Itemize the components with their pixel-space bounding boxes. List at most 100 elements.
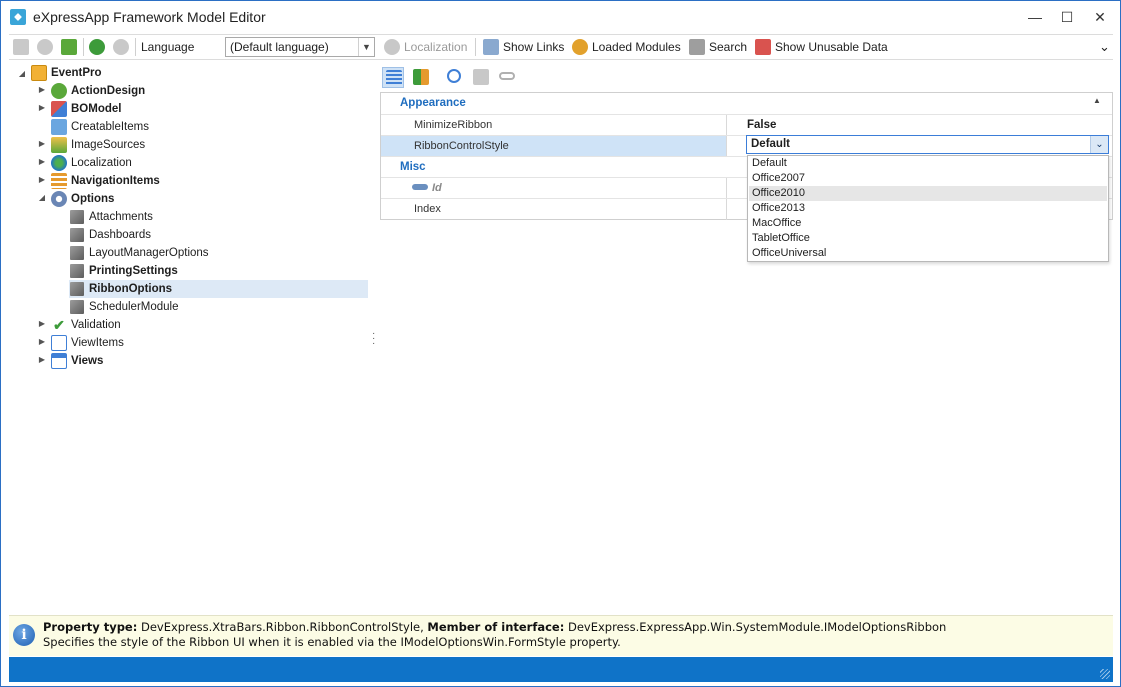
tree-node-schedulermodule[interactable]: SchedulerModule	[69, 298, 179, 316]
dropdown-option[interactable]: MacOffice	[749, 216, 1107, 231]
viewitems-icon	[51, 335, 67, 351]
tree-node-validation[interactable]: ✔ Validation	[51, 316, 121, 334]
tree-node-ribbonoptions[interactable]: RibbonOptions	[69, 280, 368, 298]
xml-icon	[755, 39, 771, 55]
back-icon[interactable]	[89, 39, 105, 55]
collapse-category-icon[interactable]: ▲	[1093, 96, 1101, 105]
ribbon-style-editor[interactable]: Default ⌄	[746, 135, 1109, 154]
show-links-button[interactable]: Show Links	[503, 40, 564, 54]
chevron-down-icon[interactable]: ▼	[358, 38, 374, 56]
dropdown-option[interactable]: OfficeUniversal	[749, 246, 1107, 261]
navigation-icon	[51, 173, 67, 189]
expand-icon[interactable]: ▶	[37, 319, 47, 329]
save-icon[interactable]	[13, 39, 29, 55]
dropdown-option[interactable]: TabletOffice	[749, 231, 1107, 246]
tree-node-views[interactable]: Views	[51, 352, 103, 370]
expand-icon[interactable]: ▶	[37, 337, 47, 347]
property-row[interactable]: MinimizeRibbon False	[381, 114, 1112, 136]
cube-icon	[70, 282, 84, 296]
expand-icon[interactable]: ▶	[37, 103, 47, 113]
tree-node-attachments[interactable]: Attachments	[69, 208, 153, 226]
title-bar: eXpressApp Framework Model Editor — ☐ ✕	[1, 1, 1120, 33]
undo-button[interactable]	[444, 67, 466, 88]
tree-node-dashboards[interactable]: Dashboards	[69, 226, 151, 244]
cube-icon	[70, 300, 84, 314]
app-window: eXpressApp Framework Model Editor — ☐ ✕ …	[0, 0, 1121, 687]
tree-node-localization[interactable]: Localization	[51, 154, 132, 172]
tree-node-printingsettings[interactable]: PrintingSettings	[69, 262, 178, 280]
tree-node-navigationitems[interactable]: NavigationItems	[51, 172, 160, 190]
minimize-button[interactable]: —	[1022, 7, 1048, 27]
model-tree: ◢ EventPro ▶ ActionDesign ▶ BOModel Crea…	[11, 63, 371, 608]
property-name: MinimizeRibbon	[381, 115, 727, 136]
merge-icon[interactable]	[61, 39, 77, 55]
reload-icon[interactable]	[37, 39, 53, 55]
show-unusable-data-button[interactable]: Show Unusable Data	[775, 40, 888, 54]
collapse-icon[interactable]: ◢	[37, 193, 47, 203]
tree-node-layoutmanageroptions[interactable]: LayoutManagerOptions	[69, 244, 209, 262]
globe-icon	[384, 39, 400, 55]
copy-icon	[473, 69, 489, 85]
bomodel-icon	[51, 101, 67, 117]
toolbar-overflow-button[interactable]: ⌄	[1099, 37, 1110, 57]
expand-icon[interactable]: ▶	[37, 175, 47, 185]
expand-icon[interactable]: ▶	[37, 355, 47, 365]
dropdown-option[interactable]: Office2013	[749, 201, 1107, 216]
globe-icon	[51, 155, 67, 171]
categorized-icon	[386, 70, 402, 86]
property-name: Index	[381, 199, 727, 220]
splitter-handle[interactable]: · · ·	[372, 329, 375, 349]
maximize-button[interactable]: ☐	[1054, 7, 1080, 27]
localization-button[interactable]: Localization	[404, 40, 467, 54]
property-name: RibbonControlStyle	[381, 136, 727, 157]
cube-icon	[70, 210, 84, 224]
description-text: Property type: DevExpress.XtraBars.Ribbo…	[43, 620, 947, 649]
modules-icon	[572, 39, 588, 55]
expand-icon[interactable]: ▶	[37, 157, 47, 167]
language-select[interactable]: (Default language) ▼	[225, 37, 375, 57]
key-icon	[412, 184, 428, 190]
tree-node-root[interactable]: EventPro	[31, 64, 102, 82]
expand-icon[interactable]: ▶	[37, 139, 47, 149]
project-icon	[31, 65, 47, 81]
image-icon	[51, 137, 67, 153]
ribbon-style-dropdown: Default Office2007 Office2010 Office2013…	[747, 155, 1109, 262]
undo-icon	[447, 69, 461, 83]
link-button[interactable]	[496, 67, 518, 88]
close-button[interactable]: ✕	[1087, 7, 1113, 27]
property-value[interactable]: False	[747, 115, 776, 136]
collapse-icon[interactable]: ◢	[17, 69, 27, 79]
expand-icon[interactable]: ▶	[37, 85, 47, 95]
chevron-down-icon[interactable]: ⌄	[1090, 136, 1108, 153]
loaded-modules-button[interactable]: Loaded Modules	[592, 40, 681, 54]
forward-icon[interactable]	[113, 39, 129, 55]
copy-button[interactable]	[470, 67, 492, 88]
action-icon	[51, 83, 67, 99]
language-label: Language	[141, 40, 195, 54]
gear-icon	[51, 191, 67, 207]
property-name: Id	[381, 178, 727, 199]
window-title: eXpressApp Framework Model Editor	[33, 9, 266, 25]
sort-az-icon	[413, 69, 429, 85]
app-icon	[10, 9, 26, 25]
language-value: (Default language)	[230, 40, 329, 54]
resize-grip-icon[interactable]	[1100, 669, 1110, 679]
status-bar	[9, 657, 1113, 682]
tree-node-bomodel[interactable]: BOModel	[51, 100, 121, 118]
sort-az-button[interactable]	[410, 67, 432, 88]
description-panel: i Property type: DevExpress.XtraBars.Rib…	[9, 615, 1113, 656]
views-icon	[51, 353, 67, 369]
tree-node-options[interactable]: Options	[51, 190, 114, 208]
dropdown-option[interactable]: Office2007	[749, 171, 1107, 186]
dropdown-option-highlighted[interactable]: Office2010	[749, 186, 1107, 201]
category-appearance[interactable]: Appearance ▲	[381, 93, 1112, 114]
search-button[interactable]: Search	[709, 40, 747, 54]
list-icon	[51, 119, 67, 135]
tree-node-imagesources[interactable]: ImageSources	[51, 136, 145, 154]
dropdown-option[interactable]: Default	[749, 156, 1107, 171]
categorized-button[interactable]	[382, 67, 404, 88]
tree-node-viewitems[interactable]: ViewItems	[51, 334, 124, 352]
checkmark-icon: ✔	[53, 317, 65, 333]
tree-node-actiondesign[interactable]: ActionDesign	[51, 82, 145, 100]
tree-node-creatableitems[interactable]: CreatableItems	[51, 118, 149, 136]
